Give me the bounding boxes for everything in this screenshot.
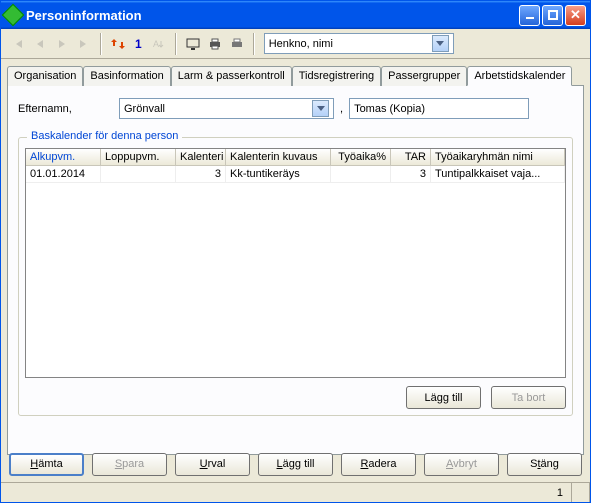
tab-larm[interactable]: Larm & passerkontroll [171,66,292,86]
app-icon [2,4,25,27]
lastname-combo[interactable]: Grönvall [119,98,334,119]
statusbar: 1 [1,482,590,502]
col-desc[interactable]: Kalenterin kuvaus [226,149,331,166]
titlebar: Personinformation ✕ [1,1,590,29]
chevron-down-icon[interactable] [312,100,329,117]
close-button-main[interactable]: Stäng [507,453,582,476]
minimize-button[interactable] [519,5,540,26]
cancel-button[interactable]: Avbryt [424,453,499,476]
cell-desc: Kk-tuntikeräys [226,166,331,182]
delete-button[interactable]: Radera [341,453,416,476]
printer2-icon[interactable] [228,35,246,53]
screen-icon[interactable] [184,35,202,53]
col-startdate[interactable]: Alkupvm. [26,149,101,166]
col-tar[interactable]: TAR [391,149,431,166]
comma-separator: , [340,103,343,115]
next-record-icon[interactable] [53,35,71,53]
lastname-value: Grönvall [124,103,165,115]
tabstrip: Organisation Basinformation Larm & passe… [7,66,584,86]
tab-tidsregistrering[interactable]: Tidsregistrering [292,66,381,86]
last-record-icon[interactable] [75,35,93,53]
calendar-groupbox: Baskalender för denna person Alkupvm. Lo… [18,137,573,416]
grid-header: Alkupvm. Loppupvm. Kalenteri Kalenterin … [26,149,565,166]
maximize-button[interactable] [542,5,563,26]
tab-passergrupper[interactable]: Passergrupper [381,66,467,86]
fetch-button[interactable]: Hämta [9,453,84,476]
chevron-down-icon[interactable] [432,35,449,52]
svg-text:A: A [153,39,159,49]
grid-add-button[interactable]: Lägg till [406,386,481,409]
bottom-button-bar: Hämta Spara Urval Lägg till Radera Avbry… [1,448,590,480]
tab-panel: Efternamn, Grönvall , Tomas (Kopia) Bask… [7,85,584,455]
toolbar: 1 A Henkno, nimi [1,29,590,59]
first-record-icon[interactable] [9,35,27,53]
search-combo[interactable]: Henkno, nimi [264,33,454,54]
cell-start: 01.01.2014 [26,166,101,182]
tab-basinformation[interactable]: Basinformation [83,66,170,86]
grid-remove-button[interactable]: Ta bort [491,386,566,409]
record-number: 1 [135,37,142,51]
calendar-grid[interactable]: Alkupvm. Loppupvm. Kalenteri Kalenterin … [25,148,566,378]
status-grip [572,483,590,502]
cell-tar: 3 [391,166,431,182]
sync-icon[interactable] [109,35,127,53]
cell-end [101,166,176,182]
save-button[interactable]: Spara [92,453,167,476]
sort-icon[interactable]: A [150,35,168,53]
close-button[interactable]: ✕ [565,5,586,26]
col-pct[interactable]: Työaika% [331,149,391,166]
table-row[interactable]: 01.01.2014 3 Kk-tuntikeräys 3 Tuntipalkk… [26,166,565,183]
firstname-value: Tomas (Kopia) [354,103,425,115]
col-enddate[interactable]: Loppupvm. [101,149,176,166]
lastname-label: Efternamn, [18,103,113,115]
status-count: 1 [482,483,572,502]
prev-record-icon[interactable] [31,35,49,53]
col-group[interactable]: Työaikaryhmän nimi [431,149,565,166]
search-combo-value: Henkno, nimi [269,38,333,50]
col-cal[interactable]: Kalenteri [176,149,226,166]
cell-cal: 3 [176,166,226,182]
firstname-field[interactable]: Tomas (Kopia) [349,98,529,119]
add-button[interactable]: Lägg till [258,453,333,476]
window-title: Personinformation [26,8,519,23]
tab-organisation[interactable]: Organisation [7,66,83,86]
cell-group: Tuntipalkkaiset vaja... [431,166,565,182]
tab-arbetstidskalender[interactable]: Arbetstidskalender [467,66,572,86]
groupbox-legend: Baskalender för denna person [27,130,182,142]
selection-button[interactable]: Urval [175,453,250,476]
cell-pct [331,166,391,182]
print-icon[interactable] [206,35,224,53]
